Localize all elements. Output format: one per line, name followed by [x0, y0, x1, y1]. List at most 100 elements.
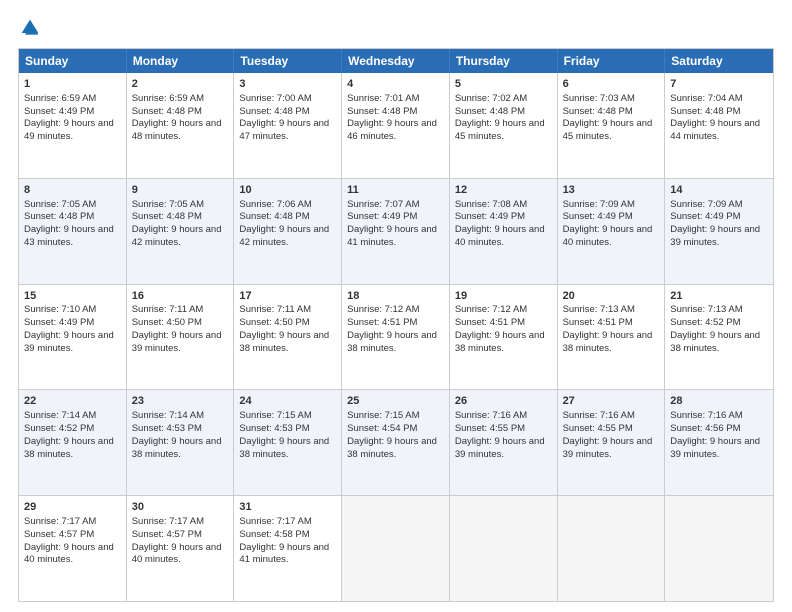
sunset-text: Sunset: 4:51 PM [563, 317, 633, 328]
day-cell-1: 1Sunrise: 6:59 AMSunset: 4:49 PMDaylight… [19, 73, 127, 178]
sunrise-text: Sunrise: 7:13 AM [563, 304, 635, 315]
day-cell-2: 2Sunrise: 6:59 AMSunset: 4:48 PMDaylight… [127, 73, 235, 178]
daylight-text: Daylight: 9 hours and 42 minutes. [239, 224, 329, 248]
day-number: 12 [455, 183, 552, 198]
day-cell-17: 17Sunrise: 7:11 AMSunset: 4:50 PMDayligh… [234, 285, 342, 390]
sunrise-text: Sunrise: 7:05 AM [24, 199, 96, 210]
sunrise-text: Sunrise: 7:16 AM [670, 410, 742, 421]
day-cell-24: 24Sunrise: 7:15 AM Sunset: 4:53 PM Dayligh… [234, 390, 342, 495]
calendar: Sunday Monday Tuesday Wednesday Thursday… [18, 48, 774, 602]
daylight-text: Daylight: 9 hours and 38 minutes. [563, 330, 653, 354]
daylight-text: Daylight: 9 hours and 44 minutes. [670, 118, 760, 142]
day-number: 28 [670, 394, 768, 409]
day-cell-22: 22Sunrise: 7:14 AMSunset: 4:52 PMDayligh… [19, 390, 127, 495]
daylight-text: Daylight: 9 hours and 48 minutes. [132, 118, 222, 142]
day-number: 22 [24, 394, 121, 409]
day-number: 11 [347, 183, 444, 198]
sunrise-text: Sunrise: 7:17 AM [24, 516, 96, 527]
header-friday: Friday [558, 49, 666, 73]
day-number: 3 [239, 77, 336, 92]
day-cell-28: 28Sunrise: 7:16 AMSunset: 4:56 PMDayligh… [665, 390, 773, 495]
day-cell-25: 25Sunrise: 7:15 AMSunset: 4:54 PMDayligh… [342, 390, 450, 495]
day-cell-18: 18Sunrise: 7:12 AMSunset: 4:51 PMDayligh… [342, 285, 450, 390]
daylight-text: Daylight: 9 hours and 38 minutes. [239, 330, 329, 354]
sunset-text: Sunset: 4:48 PM [347, 106, 417, 117]
day-number: 16 [132, 289, 229, 304]
sunrise-text: Sunrise: 7:11 AM [132, 304, 204, 315]
header-wednesday: Wednesday [342, 49, 450, 73]
empty-cell [450, 496, 558, 601]
day-cell-11: 11Sunrise: 7:07 AMSunset: 4:49 PMDayligh… [342, 179, 450, 284]
daylight-text: Daylight: 9 hours and 41 minutes. [347, 224, 437, 248]
day-number: 1 [24, 77, 121, 92]
day-number: 24 [239, 394, 336, 409]
sunrise-text: Sunrise: 7:09 AM [563, 199, 635, 210]
empty-cell [342, 496, 450, 601]
day-cell-20: 20Sunrise: 7:13 AMSunset: 4:51 PMDayligh… [558, 285, 666, 390]
daylight-text: Daylight: 9 hours and 39 minutes. [455, 436, 545, 460]
day-cell-5: 5Sunrise: 7:02 AMSunset: 4:48 PMDaylight… [450, 73, 558, 178]
sunset-text: Sunset: 4:48 PM [132, 211, 202, 222]
day-cell-9: 9Sunrise: 7:05 AMSunset: 4:48 PMDaylight… [127, 179, 235, 284]
header-sunday: Sunday [19, 49, 127, 73]
day-cell-7: 7Sunrise: 7:04 AMSunset: 4:48 PMDaylight… [665, 73, 773, 178]
calendar-header: Sunday Monday Tuesday Wednesday Thursday… [19, 49, 773, 73]
sunset-text: Sunset: 4:53 PM [132, 423, 202, 434]
day-cell-12: 12Sunrise: 7:08 AMSunset: 4:49 PMDayligh… [450, 179, 558, 284]
day-number: 6 [563, 77, 660, 92]
day-number: 4 [347, 77, 444, 92]
daylight-text: Daylight: 9 hours and 40 minutes. [132, 542, 222, 566]
sunrise-text: Sunrise: 7:00 AM [239, 93, 311, 104]
sunset-text: Sunset: 4:52 PM [670, 317, 740, 328]
day-number: 5 [455, 77, 552, 92]
sunrise-text: Sunrise: 7:02 AM [455, 93, 527, 104]
day-cell-30: 30Sunrise: 7:17 AMSunset: 4:57 PMDayligh… [127, 496, 235, 601]
daylight-text: Daylight: 9 hours and 45 minutes. [563, 118, 653, 142]
sunset-text: Sunset: 4:58 PM [239, 529, 309, 540]
daylight-text: Daylight: 9 hours and 38 minutes. [239, 436, 329, 460]
sunset-text: Sunset: 4:53 PM [239, 423, 309, 434]
calendar-row-2: 8Sunrise: 7:05 AMSunset: 4:48 PMDaylight… [19, 179, 773, 285]
sunset-text: Sunset: 4:48 PM [24, 211, 94, 222]
sunrise-text: Sunrise: 7:07 AM [347, 199, 419, 210]
sunrise-text: Sunrise: 7:04 AM [670, 93, 742, 104]
sunset-text: Sunset: 4:49 PM [24, 317, 94, 328]
sunrise-text: Sunrise: 7:17 AM [132, 516, 204, 527]
calendar-row-3: 15Sunrise: 7:10 AMSunset: 4:49 PMDayligh… [19, 285, 773, 391]
sunset-text: Sunset: 4:49 PM [563, 211, 633, 222]
daylight-text: Daylight: 9 hours and 39 minutes. [670, 224, 760, 248]
header [18, 18, 774, 38]
daylight-text: Daylight: 9 hours and 39 minutes. [132, 330, 222, 354]
sunrise-text: Sunrise: 7:16 AM [563, 410, 635, 421]
sunrise-text: Sunrise: 7:16 AM [455, 410, 527, 421]
sunset-text: Sunset: 4:48 PM [239, 106, 309, 117]
sunset-text: Sunset: 4:50 PM [239, 317, 309, 328]
day-cell-26: 26Sunrise: 7:16 AMSunset: 4:55 PMDayligh… [450, 390, 558, 495]
daylight-text: Daylight: 9 hours and 46 minutes. [347, 118, 437, 142]
sunrise-text: Sunrise: 7:15 AM [239, 410, 311, 421]
daylight-text: Daylight: 9 hours and 47 minutes. [239, 118, 329, 142]
sunrise-text: Sunrise: 7:06 AM [239, 199, 311, 210]
day-number: 31 [239, 500, 336, 515]
day-number: 14 [670, 183, 768, 198]
sunrise-text: Sunrise: 7:12 AM [347, 304, 419, 315]
daylight-text: Daylight: 9 hours and 38 minutes. [347, 436, 437, 460]
daylight-text: Daylight: 9 hours and 40 minutes. [563, 224, 653, 248]
daylight-text: Daylight: 9 hours and 40 minutes. [455, 224, 545, 248]
daylight-text: Daylight: 9 hours and 41 minutes. [239, 542, 329, 566]
header-saturday: Saturday [665, 49, 773, 73]
sunrise-text: Sunrise: 7:17 AM [239, 516, 311, 527]
sunrise-text: Sunrise: 7:12 AM [455, 304, 527, 315]
day-number: 26 [455, 394, 552, 409]
sunset-text: Sunset: 4:48 PM [455, 106, 525, 117]
day-number: 7 [670, 77, 768, 92]
sunrise-text: Sunrise: 7:10 AM [24, 304, 96, 315]
sunset-text: Sunset: 4:55 PM [563, 423, 633, 434]
day-number: 9 [132, 183, 229, 198]
daylight-text: Daylight: 9 hours and 38 minutes. [670, 330, 760, 354]
sunrise-text: Sunrise: 7:09 AM [670, 199, 742, 210]
calendar-row-1: 1Sunrise: 6:59 AMSunset: 4:49 PMDaylight… [19, 73, 773, 179]
daylight-text: Daylight: 9 hours and 38 minutes. [347, 330, 437, 354]
day-number: 8 [24, 183, 121, 198]
page: Sunday Monday Tuesday Wednesday Thursday… [0, 0, 792, 612]
